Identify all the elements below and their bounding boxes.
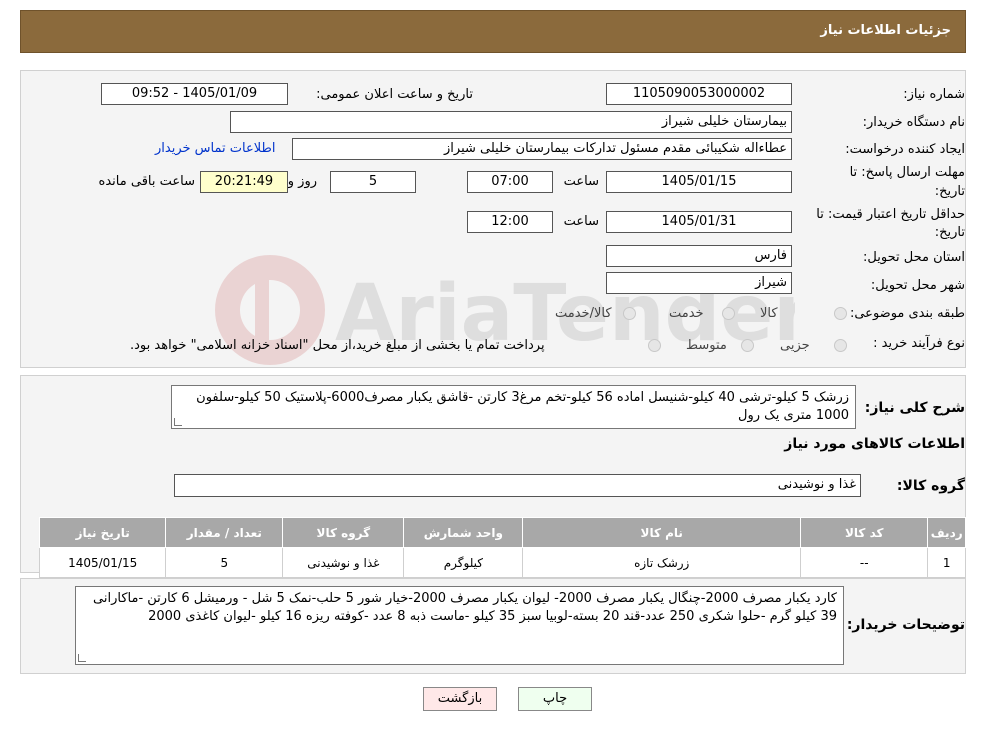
category-label: طبقه بندی موضوعی: xyxy=(849,306,965,321)
print-button[interactable]: چاپ xyxy=(518,687,592,711)
deadline-date-field: 1405/01/15 xyxy=(606,171,792,193)
col-group: گروه کالا xyxy=(282,517,405,548)
col-row: ردیف xyxy=(927,517,966,548)
announce-datetime-field: 1405/01/09 - 09:52 xyxy=(101,83,288,105)
need-number-field: 1105090053000002 xyxy=(606,83,792,105)
goods-info-title: اطلاعات کالاهای مورد نیاز xyxy=(784,436,965,452)
back-button[interactable]: بازگشت xyxy=(423,687,497,711)
category-option-goods: کالا xyxy=(760,306,778,321)
min-validity-date-field: 1405/01/31 xyxy=(606,211,792,233)
city-label: شهر محل تحویل: xyxy=(870,278,965,293)
deadline-label-2: تاریخ: xyxy=(934,184,965,199)
min-validity-label-2: تاریخ: xyxy=(934,225,965,240)
remaining-time-field: 20:21:49 xyxy=(200,171,288,193)
category-option-goods-service: کالا/خدمت xyxy=(555,306,612,321)
min-validity-time-label: ساعت xyxy=(563,214,599,229)
buyer-org-label: نام دستگاه خریدار: xyxy=(862,115,965,130)
col-unit: واحد شمارش xyxy=(403,517,524,548)
col-name: نام کالا xyxy=(522,517,802,548)
category-radio-service[interactable] xyxy=(722,307,735,320)
buyer-org-field: بیمارستان خلیلی شیراز xyxy=(230,111,792,133)
min-validity-time-field: 12:00 xyxy=(467,211,553,233)
cell-row: 1 xyxy=(927,547,966,578)
creator-field: عطاءاله شکیبائی مقدم مسئول تدارکات بیمار… xyxy=(292,138,792,160)
col-quantity: تعداد / مقدار xyxy=(165,517,284,548)
buyer-notes-label: توضیحات خریدار: xyxy=(846,617,965,633)
summary-label: شرح کلی نیاز: xyxy=(864,400,965,416)
min-validity-label: حداقل تاریخ اعتبار قیمت: تا xyxy=(816,207,965,222)
table-row[interactable]: 1 -- زرشک تازه کیلوگرم غذا و نوشیدنی 5 1… xyxy=(38,547,966,578)
resize-grip-icon[interactable] xyxy=(174,418,182,426)
items-table: ردیف کد کالا نام کالا واحد شمارش گروه کا… xyxy=(38,517,966,578)
resize-grip-icon[interactable] xyxy=(78,654,86,662)
cell-need-date: 1405/01/15 xyxy=(38,547,167,578)
cell-unit: کیلوگرم xyxy=(403,547,524,578)
purchase-option-minor: جزیی xyxy=(780,338,810,353)
buyer-notes-textarea[interactable]: کارد یکبار مصرف 2000-چنگال یکبار مصرف 20… xyxy=(75,586,844,665)
cell-name: زرشک تازه xyxy=(522,547,802,578)
remaining-time-label: ساعت باقی مانده xyxy=(98,174,195,189)
buyer-contact-link[interactable]: اطلاعات تماس خریدار xyxy=(155,141,275,156)
deadline-time-field: 07:00 xyxy=(467,171,553,193)
page-header: جزئیات اطلاعات نیاز xyxy=(20,10,966,53)
purchase-radio-medium[interactable] xyxy=(741,339,754,352)
col-code: کد کالا xyxy=(800,517,929,548)
cell-code: -- xyxy=(800,547,929,578)
category-radio-goods[interactable] xyxy=(834,307,847,320)
summary-text: زرشک 5 کیلو-ترشی 40 کیلو-شنیسل اماده 56 … xyxy=(196,390,849,423)
purchase-option-medium: متوسط xyxy=(686,338,727,353)
need-number-label: شماره نیاز: xyxy=(903,87,965,102)
goods-group-label: گروه کالا: xyxy=(896,478,965,494)
province-label: استان محل تحویل: xyxy=(863,250,965,265)
days-label: روز و xyxy=(287,174,317,189)
items-table-header: ردیف کد کالا نام کالا واحد شمارش گروه کا… xyxy=(38,517,966,548)
treasury-payment-note: پرداخت تمام یا بخشی از مبلغ خرید،از محل … xyxy=(130,338,545,353)
goods-group-field: غذا و نوشیدنی xyxy=(174,474,861,497)
deadline-label: مهلت ارسال پاسخ: تا xyxy=(849,165,965,180)
purchase-radio-minor[interactable] xyxy=(834,339,847,352)
buyer-notes-text: کارد یکبار مصرف 2000-چنگال یکبار مصرف 20… xyxy=(93,591,837,624)
category-radio-goods-service[interactable] xyxy=(623,307,636,320)
page-title: جزئیات اطلاعات نیاز xyxy=(820,23,951,38)
col-need-date: تاریخ نیاز xyxy=(38,517,167,548)
purchase-radio-treasury[interactable] xyxy=(648,339,661,352)
cell-group: غذا و نوشیدنی xyxy=(282,547,405,578)
purchase-type-label: نوع فرآیند خرید : xyxy=(873,336,965,351)
cell-quantity: 5 xyxy=(165,547,284,578)
days-remaining-field: 5 xyxy=(330,171,416,193)
summary-textarea[interactable]: زرشک 5 کیلو-ترشی 40 کیلو-شنیسل اماده 56 … xyxy=(171,385,856,429)
creator-label: ایجاد کننده درخواست: xyxy=(845,142,965,157)
category-option-service: خدمت xyxy=(669,306,704,321)
announce-label: تاریخ و ساعت اعلان عمومی: xyxy=(316,87,473,102)
province-field: فارس xyxy=(606,245,792,267)
city-field: شیراز xyxy=(606,272,792,294)
deadline-time-label: ساعت xyxy=(563,174,599,189)
